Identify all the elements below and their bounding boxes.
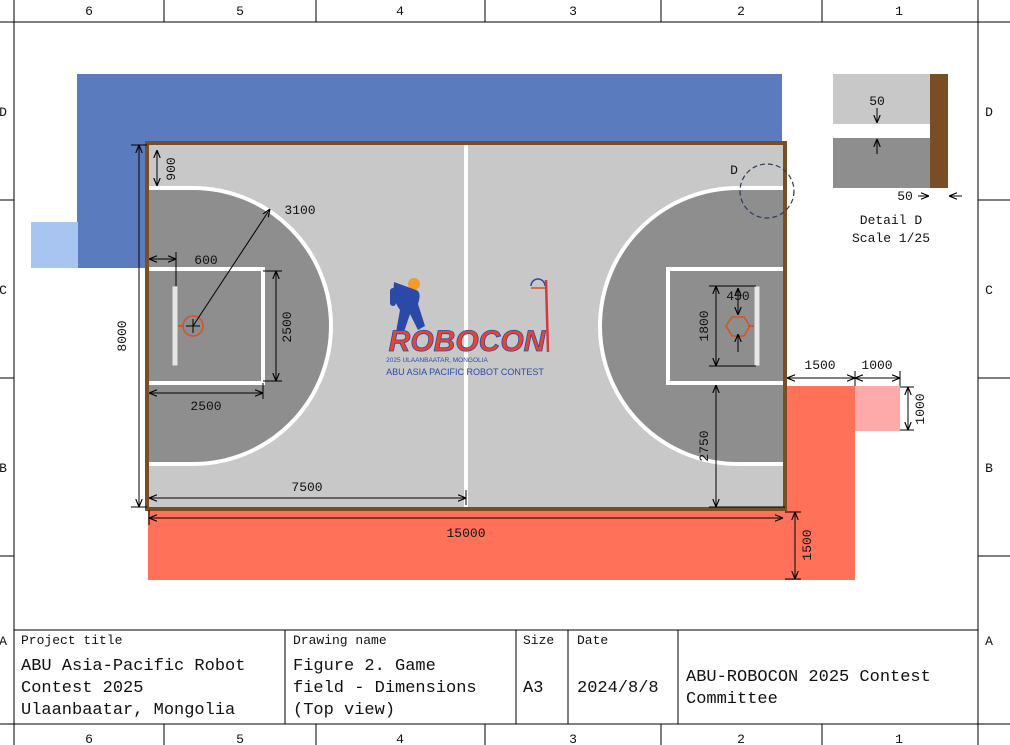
dim-450: 450 xyxy=(726,289,749,304)
col-label: 5 xyxy=(236,732,244,745)
date-value: 2024/8/8 xyxy=(577,679,659,698)
col-label: 4 xyxy=(396,4,404,19)
row-label: D xyxy=(0,105,7,120)
dim-7500: 7500 xyxy=(291,480,322,495)
logo-wordmark: ROBOCON xyxy=(389,325,547,358)
row-label: A xyxy=(985,634,993,649)
row-label: D xyxy=(985,105,993,120)
col-label: 2 xyxy=(737,4,745,19)
dim-15000: 15000 xyxy=(446,526,485,541)
drawing-name-line: Figure 2. Game xyxy=(293,657,436,676)
col-label: 3 xyxy=(569,732,577,745)
dim-8000: 8000 xyxy=(115,320,130,351)
field-drawing: 6 5 4 3 2 1 6 5 4 3 2 1 D C B A D C B A xyxy=(0,0,1010,745)
project-title-line: Ulaanbaatar, Mongolia xyxy=(21,701,235,720)
dim-1500-bottom: 1500 xyxy=(800,529,815,560)
dim-2750: 2750 xyxy=(697,430,712,461)
logo-city-line: 2025 ULAANBAATAR, MONGOLIA xyxy=(386,357,488,364)
size-value: A3 xyxy=(523,679,543,698)
row-label: B xyxy=(0,461,7,476)
project-title-line: Contest 2025 xyxy=(21,679,143,698)
date-label: Date xyxy=(577,633,608,648)
dim-1800: 1800 xyxy=(697,310,712,341)
detail-title: Detail D xyxy=(860,213,923,228)
dim-1500-right: 1500 xyxy=(804,358,835,373)
row-label: C xyxy=(0,283,7,298)
drawing-name-line: field - Dimensions xyxy=(293,679,477,698)
detail-dim-50-right: 50 xyxy=(897,189,913,204)
detail-d-inset: 50 50 Detail D Scale 1/25 xyxy=(833,74,962,246)
size-label: Size xyxy=(523,633,554,648)
dim-1000-horizontal: 1000 xyxy=(861,358,892,373)
col-label: 5 xyxy=(236,4,244,19)
col-label: 6 xyxy=(85,4,93,19)
title-block: Project title ABU Asia-Pacific Robot Con… xyxy=(14,629,978,724)
committee-line: Committee xyxy=(686,690,778,709)
project-title-label: Project title xyxy=(21,633,122,648)
light-blue-zone xyxy=(31,222,78,268)
row-label: A xyxy=(0,634,7,649)
row-label: B xyxy=(985,461,993,476)
col-label: 1 xyxy=(895,4,903,19)
col-label: 3 xyxy=(569,4,577,19)
pink-zone xyxy=(855,386,900,431)
col-label: 1 xyxy=(895,732,903,745)
col-label: 6 xyxy=(85,732,93,745)
drawing-name-line: (Top view) xyxy=(293,701,395,720)
dim-3100: 3100 xyxy=(284,203,315,218)
detail-d-marker: D xyxy=(730,163,738,178)
drawing-name-label: Drawing name xyxy=(293,633,387,648)
detail-dim-50-top: 50 xyxy=(869,94,885,109)
dim-600: 600 xyxy=(194,253,217,268)
col-label: 4 xyxy=(396,732,404,745)
row-label: C xyxy=(985,283,993,298)
logo-contest-line: ABU ASIA PACIFIC ROBOT CONTEST xyxy=(386,367,544,377)
dim-2500-vertical: 2500 xyxy=(280,311,295,342)
red-zone-bottom xyxy=(148,510,855,580)
committee-line: ABU-ROBOCON 2025 Contest xyxy=(686,668,931,687)
dim-900: 900 xyxy=(164,157,179,180)
dim-2500-horizontal: 2500 xyxy=(190,399,221,414)
dim-1000-vertical: 1000 xyxy=(913,393,928,424)
project-title-line: ABU Asia-Pacific Robot xyxy=(21,657,245,676)
detail-scale: Scale 1/25 xyxy=(852,231,930,246)
col-label: 2 xyxy=(737,732,745,745)
